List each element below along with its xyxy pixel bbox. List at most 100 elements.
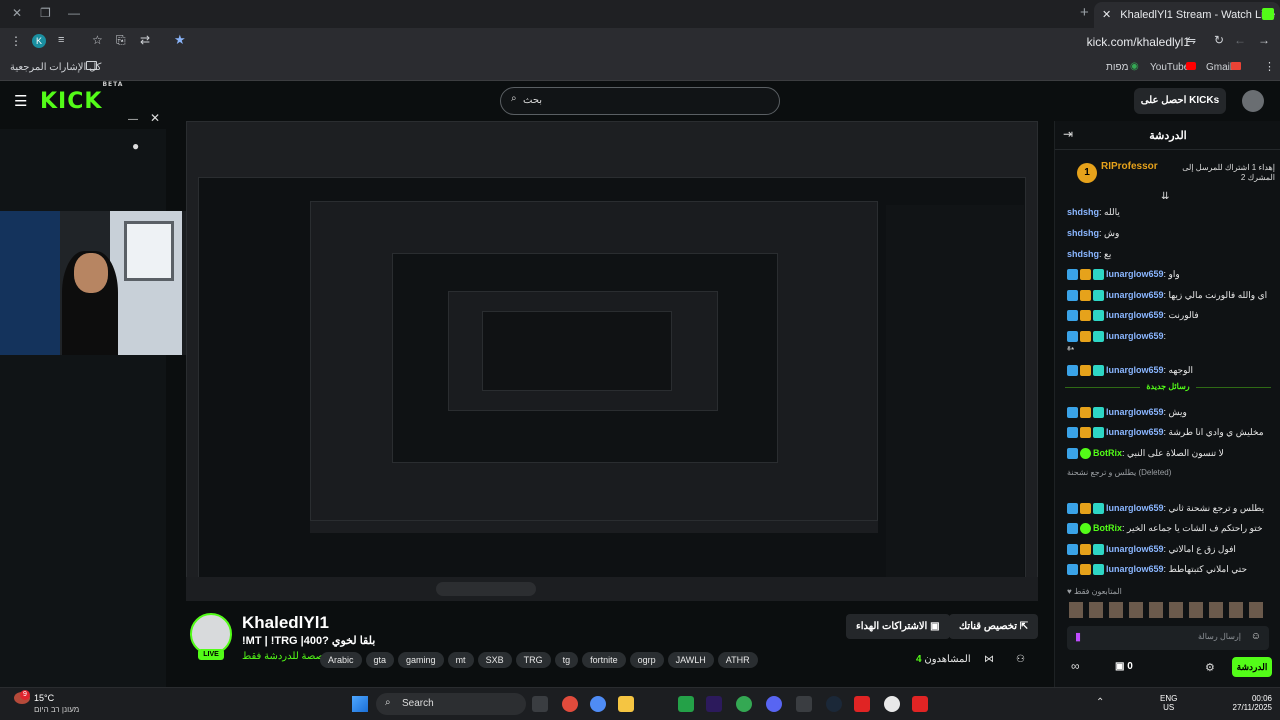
bookmark-gmail[interactable]: Gmail [1206, 62, 1232, 73]
tag[interactable]: tg [554, 652, 579, 668]
reading-list-icon[interactable]: ≡ [58, 34, 64, 46]
app-icon[interactable] [912, 696, 928, 712]
tag[interactable]: mt [447, 652, 474, 668]
chat-user[interactable]: lunarglow659 [1106, 365, 1164, 375]
url-text[interactable]: kick.com/khaledlyl1 [1087, 35, 1190, 49]
follow-user-icon[interactable]: ⚇ [1016, 654, 1025, 665]
chat-user[interactable]: shdshg [1067, 249, 1099, 259]
obs-icon[interactable] [884, 696, 900, 712]
terminal-icon[interactable] [796, 696, 812, 712]
tag[interactable]: Arabic [320, 652, 362, 668]
chat-user[interactable]: lunarglow659 [1106, 407, 1164, 417]
streamer-name[interactable]: KhaledlYl1 [242, 613, 329, 633]
chat-user[interactable]: lunarglow659 [1106, 269, 1164, 279]
get-kicks-button[interactable]: احصل على KICKs [1134, 88, 1226, 114]
premiere-icon[interactable] [706, 696, 722, 712]
file-explorer-icon[interactable] [618, 696, 634, 712]
tag[interactable]: JAWLH [667, 652, 714, 668]
app-icon[interactable] [854, 696, 870, 712]
chrome-icon[interactable] [736, 696, 752, 712]
forward-icon[interactable]: ← [1234, 33, 1246, 47]
app-icon[interactable] [562, 696, 578, 712]
chat-user[interactable]: lunarglow659 [1106, 503, 1164, 513]
points-icon: ▣ [1115, 661, 1125, 672]
search-input[interactable]: ⌕ بحث [500, 87, 780, 115]
profile-avatar[interactable]: K [32, 34, 46, 48]
tag[interactable]: ogrp [629, 652, 664, 668]
tray-arrow-icon[interactable]: ⌃ [1096, 697, 1104, 708]
pinned-user[interactable]: RIProfessor [1101, 161, 1158, 172]
stream-info-bar: LIVE KhaledlYl1 !MT | !TRG |400? بلقا لخ… [186, 603, 1046, 687]
share-icon[interactable]: ⋈ [984, 654, 994, 665]
chat-user[interactable]: lunarglow659 [1106, 564, 1164, 574]
excel-icon[interactable] [678, 696, 694, 712]
tag[interactable]: fortnite [582, 652, 626, 668]
translate-icon[interactable]: ⇄ [140, 33, 150, 47]
hamburger-menu-icon[interactable]: ☰ [14, 92, 27, 110]
chat-user[interactable]: lunarglow659 [1106, 310, 1164, 320]
close-window-icon[interactable]: ✕ [12, 6, 22, 20]
chat-user[interactable]: lunarglow659 [1106, 427, 1164, 437]
restore-window-icon[interactable]: ❐ [40, 6, 51, 20]
reload-icon[interactable]: ↻ [1214, 33, 1224, 47]
infinity-icon[interactable]: ∞ [1071, 659, 1080, 673]
chat-send-button[interactable]: الدردشة [1232, 657, 1272, 677]
tag[interactable]: SXB [477, 652, 512, 668]
sub-badge-icon [1093, 290, 1104, 302]
user-avatar[interactable] [1242, 90, 1264, 112]
back-icon[interactable]: → [1258, 33, 1270, 47]
bookmarks-overflow-icon[interactable]: ⋮ [1264, 60, 1275, 73]
taskbar-search[interactable]: ⌕ Search [376, 693, 526, 715]
chat-user[interactable]: shdshg [1067, 228, 1099, 238]
clock[interactable]: 00:06 27/11/2025 [1226, 694, 1272, 712]
tag[interactable]: ATHR [717, 652, 758, 668]
chat-user[interactable]: lunarglow659 [1106, 331, 1164, 341]
kick-logo[interactable]: KICKBETA [40, 81, 123, 114]
language-indicator[interactable]: ENG US [1160, 694, 1177, 712]
chat-user[interactable]: lunarglow659 [1106, 544, 1164, 554]
minimize-icon[interactable]: — [128, 114, 138, 125]
copilot-icon[interactable] [590, 696, 606, 712]
gift-subs-button[interactable]: الاشتراكات الهداء ▣ [846, 614, 950, 639]
tag[interactable]: gaming [398, 652, 444, 668]
settings-gear-icon[interactable]: ⚙ [1205, 661, 1215, 674]
emote-row[interactable] [1069, 602, 1269, 618]
windows-start-icon[interactable] [352, 696, 368, 712]
expand-pinned-icon[interactable]: ⇊ [1161, 191, 1169, 202]
extensions-icon[interactable]: ☆ [92, 33, 103, 47]
bookmark-maps[interactable]: מפות [1106, 62, 1128, 73]
get-kicks-label: احصل على KICKs [1140, 95, 1220, 106]
customize-channel-label: تخصيص قناتك [959, 621, 1018, 632]
badge-icon [1067, 310, 1078, 322]
points-counter[interactable]: ▣ 0 [1115, 661, 1133, 672]
mic-icon[interactable]: ▮ [1075, 630, 1241, 643]
screenshot-icon[interactable]: ⎘ [116, 33, 126, 48]
chat-user[interactable]: BotRix [1093, 523, 1122, 533]
customize-channel-button[interactable]: تخصيص قناتك ⇱ [949, 614, 1039, 639]
chat-user[interactable]: lunarglow659 [1106, 290, 1164, 300]
chat-user[interactable]: BotRix [1093, 448, 1122, 458]
close-icon[interactable]: ✕ [150, 111, 160, 125]
chat-text: يطلس و ترجع نشحنة ثاني [1168, 503, 1265, 513]
emoji-icon[interactable]: ☺ [1251, 631, 1261, 642]
browser-tab[interactable]: ✕ KhaledlYl1 Stream - Watch Live [1094, 2, 1280, 28]
task-view-icon[interactable] [532, 696, 548, 712]
tag[interactable]: TRG [515, 652, 551, 668]
menu-dots-icon[interactable]: ⋮ [10, 34, 22, 48]
video-player[interactable] [186, 121, 1038, 601]
bookmark-star-icon[interactable]: ★ [174, 32, 186, 48]
bookmark-youtube[interactable]: YouTube [1150, 62, 1189, 73]
tag[interactable]: gta [365, 652, 395, 668]
new-tab-icon[interactable]: + [1080, 4, 1089, 21]
user-icon[interactable]: ● [132, 139, 139, 153]
chat-input[interactable]: إرسال رسالة ☺ ▮ [1067, 626, 1269, 650]
steam-icon[interactable] [826, 696, 842, 712]
chat-user[interactable]: shdshg [1067, 207, 1099, 217]
tab-close-icon[interactable]: ✕ [1102, 9, 1111, 21]
site-settings-icon[interactable]: ⇋ [1187, 34, 1196, 47]
viewers-value: 4 [916, 654, 922, 665]
minimize-window-icon[interactable]: — [68, 6, 80, 20]
discord-icon[interactable] [766, 696, 782, 712]
sub-badge-icon [1093, 365, 1104, 377]
verified-icon [1080, 448, 1091, 460]
